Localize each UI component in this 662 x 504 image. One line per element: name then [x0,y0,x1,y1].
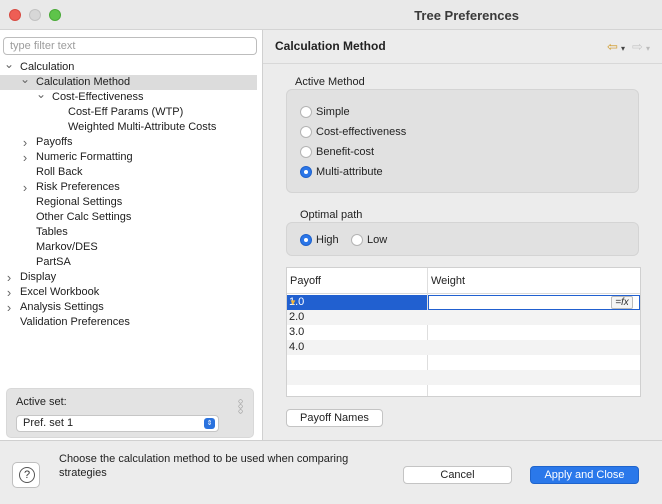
column-header-weight[interactable]: Weight [431,275,465,287]
cancel-button[interactable]: Cancel [403,466,512,484]
tree-item[interactable]: › Excel Workbook [0,285,257,300]
optimal-path-group: High Low [286,222,639,256]
cell-marker-icon: ▼ [289,298,297,307]
active-set-select[interactable]: Pref. set 1 ⇕ [16,415,219,432]
tree-item[interactable]: › Numeric Formatting [0,150,257,165]
formula-button[interactable]: =fx [611,296,633,309]
apply-and-close-button[interactable]: Apply and Close [530,466,639,484]
tree-item[interactable]: PartSA [0,255,257,270]
tree-item-label: Payoffs [36,136,73,148]
tree-item[interactable]: Cost-Eff Params (WTP) [0,105,257,120]
tree-item[interactable]: › Payoffs [0,135,257,150]
page-title: Calculation Method [275,39,386,53]
tree-item[interactable]: Regional Settings [0,195,257,210]
radio-button-selected[interactable] [300,166,312,178]
chevron-down-icon[interactable]: ⌄ [36,87,46,102]
header-separator [263,63,662,64]
payoff-cell[interactable]: 3.0 [289,325,304,340]
table-row-empty [287,355,640,370]
back-dropdown-icon[interactable]: ▾ [621,44,625,53]
weight-cell-editor[interactable]: =fx [428,295,640,310]
more-options-icon[interactable]: ○ ○ ○ [238,397,243,416]
optimal-path-label: Optimal path [300,209,363,221]
tree-item-label: Markov/DES [36,241,98,253]
tree-item[interactable]: › Display [0,270,257,285]
tree-item-label: PartSA [36,256,71,268]
window-title: Tree Preferences [414,8,519,23]
tree-item-label: Display [20,271,57,283]
tree-item-label: Excel Workbook [20,286,100,298]
column-header-payoff[interactable]: Payoff [290,275,321,287]
radio-button[interactable] [300,146,312,158]
tree-item-label: Analysis Settings [20,301,104,313]
payoff-cell[interactable]: 4.0 [289,340,304,355]
payoff-cell[interactable]: 2.0 [289,310,304,325]
chevron-right-icon[interactable]: › [4,270,14,285]
chevron-down-icon[interactable]: ⌄ [20,72,30,87]
tree-item[interactable]: Other Calc Settings [0,210,257,225]
back-arrow-icon[interactable]: ⇦ [607,39,618,54]
forward-arrow-icon[interactable]: ⇨ [632,39,643,54]
payoff-weight-table[interactable]: Payoff Weight 1.0 ▼ =fx 2.0 3.0 4.0 [286,267,641,397]
table-header: Payoff Weight [287,268,640,294]
dialog-footer: ? Choose the calculation method to be us… [0,440,662,504]
active-method-label: Active Method [295,76,365,88]
active-method-group: Simple Cost-effectiveness Benefit-cost M… [286,89,639,193]
chevron-right-icon[interactable]: › [20,135,30,150]
table-row-empty [287,370,640,385]
tree-item-label: Cost-Effectiveness [52,91,144,103]
preferences-tree: ⌄ Calculation ⌄ Calculation Method ⌄ Cost-Eff… [0,57,262,330]
tree-item[interactable]: Tables [0,225,257,240]
tree-item[interactable]: › Risk Preferences [0,180,257,195]
tree-item-label: Validation Preferences [20,316,130,328]
filter-input[interactable]: type filter text [3,37,257,55]
chevron-right-icon[interactable]: › [4,285,14,300]
tree-item[interactable]: › Analysis Settings [0,300,257,315]
table-row[interactable]: 3.0 [287,325,640,340]
radio-button-selected[interactable] [300,234,312,246]
payoff-names-button[interactable]: Payoff Names [286,409,383,427]
radio-button[interactable] [300,126,312,138]
table-row[interactable]: 4.0 [287,340,640,355]
tree-item[interactable]: Validation Preferences [0,315,257,330]
preference-page: Calculation Method ⇦ ▾ ⇨ ▾ Active Method… [263,30,662,440]
active-set-panel: Active set: ○ ○ ○ Pref. set 1 ⇕ [6,388,254,438]
preferences-navigation-panel: type filter text ⌄ Calculation ⌄ Calculatio… [0,30,262,440]
tree-item[interactable]: Roll Back [0,165,257,180]
tree-item[interactable]: Weighted Multi-Attribute Costs [0,120,257,135]
forward-dropdown-icon[interactable]: ▾ [646,44,650,53]
tree-item-label: Calculation Method [36,76,131,88]
radio-button[interactable] [351,234,363,246]
tree-item[interactable]: Markov/DES [0,240,257,255]
tree-item-label: Tables [36,226,68,238]
table-row[interactable]: 2.0 [287,310,640,325]
table-row[interactable]: 1.0 ▼ =fx [287,295,640,310]
chevron-down-icon[interactable]: ⌄ [4,57,14,72]
title-bar: Tree Preferences [0,0,662,30]
tree-item[interactable]: ⌄ Cost-Effectiveness [0,87,257,105]
active-set-value: Pref. set 1 [23,417,74,429]
history-navigation: ⇦ ▾ ⇨ ▾ [607,39,650,55]
tree-item-label: Numeric Formatting [36,151,133,163]
active-set-label: Active set: [16,396,67,408]
tree-item-label: Cost-Eff Params (WTP) [68,106,184,118]
chevron-right-icon[interactable]: › [20,150,30,165]
tree-item-label: Other Calc Settings [36,211,132,223]
tree-item[interactable]: ⌄ Calculation [0,57,257,75]
tree-item-label: Weighted Multi-Attribute Costs [68,121,217,133]
page-description: Choose the calculation method to be used… [59,453,349,479]
chevron-right-icon[interactable]: › [4,300,14,315]
chevron-updown-icon: ⇕ [204,418,215,429]
help-button[interactable]: ? [12,462,40,488]
help-icon: ? [19,467,35,483]
tree-item-label: Regional Settings [36,196,123,208]
payoff-cell[interactable]: 1.0 ▼ [287,295,427,310]
tree-item-label: Roll Back [36,166,83,178]
tree-item-label: Risk Preferences [36,181,120,193]
chevron-right-icon[interactable]: › [20,180,30,195]
radio-button[interactable] [300,106,312,118]
